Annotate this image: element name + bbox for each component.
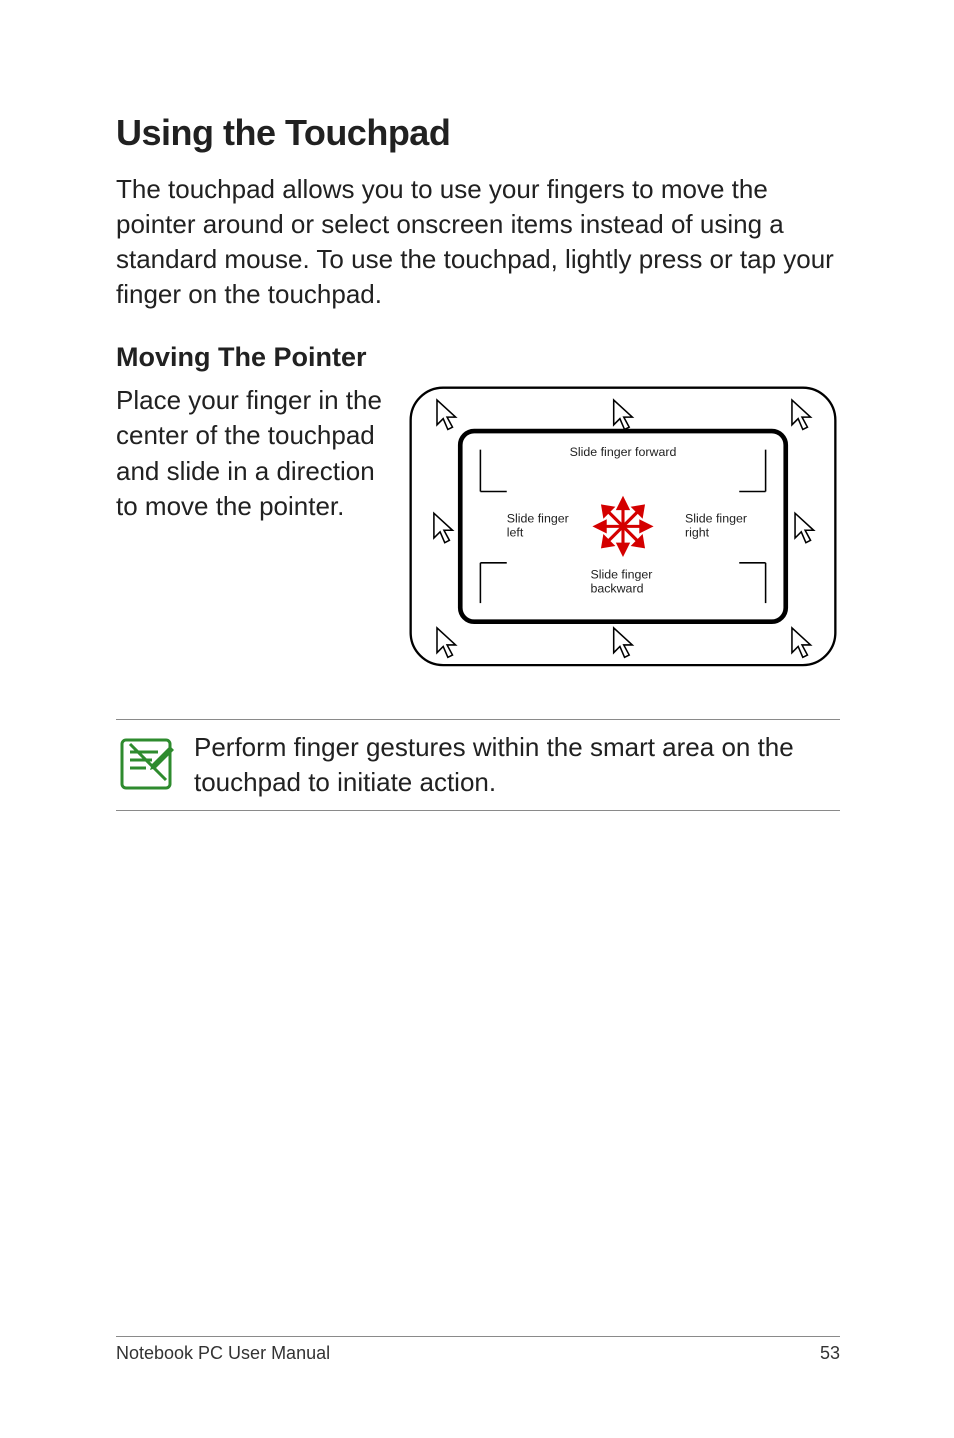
intro-paragraph: The touchpad allows you to use your fing… [116, 172, 840, 312]
label-back-line2: backward [590, 582, 643, 596]
section-heading: Moving The Pointer [116, 342, 840, 373]
cursor-icon [437, 400, 456, 429]
section-row: Place your finger in the center of the t… [116, 383, 840, 675]
cursor-icon [614, 400, 633, 429]
footer-left: Notebook PC User Manual [116, 1343, 330, 1364]
footer-page-number: 53 [820, 1343, 840, 1364]
page-title: Using the Touchpad [116, 112, 840, 154]
cursor-icon [792, 400, 811, 429]
document-page: Using the Touchpad The touchpad allows y… [0, 0, 954, 1438]
note-callout: Perform finger gestures within the smart… [116, 719, 840, 811]
cursor-icon [434, 514, 453, 543]
label-back-line1: Slide finger [590, 568, 652, 582]
label-right-line1: Slide finger [685, 512, 747, 526]
page-footer: Notebook PC User Manual 53 [116, 1336, 840, 1364]
touchpad-svg: Slide finger forward Slide finger left S… [406, 383, 840, 670]
direction-arrows-icon [596, 500, 650, 554]
label-forward: Slide finger forward [570, 445, 677, 459]
section-body: Place your finger in the center of the t… [116, 383, 384, 523]
cursor-icon [437, 628, 456, 657]
label-left-line1: Slide finger [507, 512, 569, 526]
cursor-icon [614, 628, 633, 657]
label-right-line2: right [685, 526, 710, 540]
cursor-icon [795, 514, 814, 543]
note-icon [116, 734, 176, 799]
note-text: Perform finger gestures within the smart… [194, 730, 840, 800]
label-left-line2: left [507, 526, 524, 540]
cursor-icon [792, 628, 811, 657]
touchpad-diagram: Slide finger forward Slide finger left S… [406, 383, 840, 675]
